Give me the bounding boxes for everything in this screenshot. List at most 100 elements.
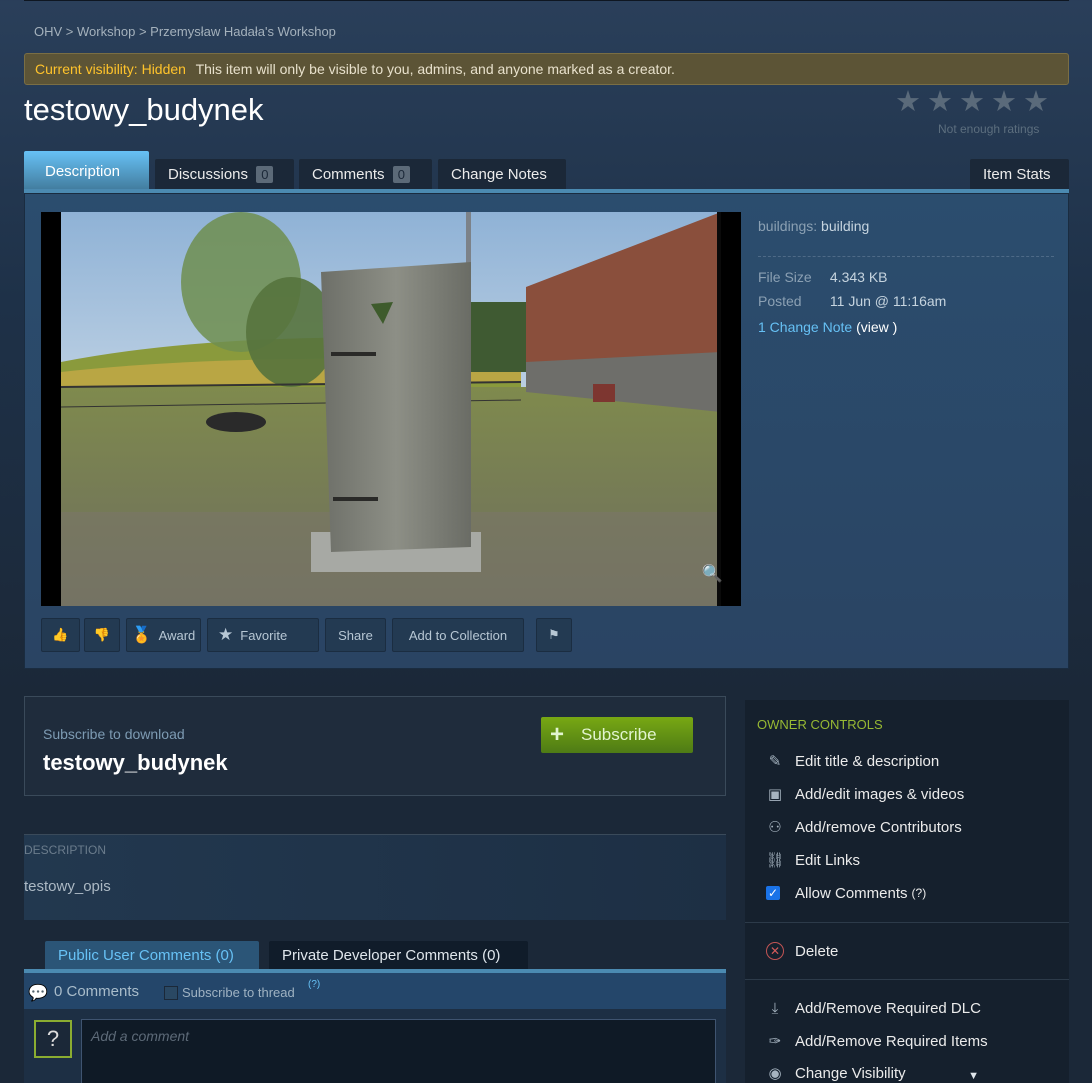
thumbs-down-icon: 👎 xyxy=(93,627,111,642)
description-section: DESCRIPTION testowy_opis xyxy=(24,834,726,920)
comment-bubble-icon: 💬 xyxy=(28,985,48,1002)
edit-images-button[interactable]: ▣ Add/edit images & videos xyxy=(765,783,964,805)
image-icon: ▣ xyxy=(767,786,783,803)
owner-controls: OWNER CONTROLS ✎ Edit title & descriptio… xyxy=(745,700,1069,1083)
award-icon: 🏅 xyxy=(131,627,152,644)
zoom-icon[interactable]: 🔍 xyxy=(702,564,723,584)
posted-value: 11 Jun @ 11:16am xyxy=(829,293,947,309)
posted-row: Posted 11 Jun @ 11:16am xyxy=(758,293,1054,317)
subscribe-thread-help[interactable]: (?) xyxy=(308,979,320,990)
tab-comments[interactable]: Comments 0 xyxy=(299,159,432,191)
subscribe-item-name: testowy_budynek xyxy=(43,750,228,775)
contributors-label: Add/remove Contributors xyxy=(795,818,962,836)
chevron-down-icon[interactable]: ▼ xyxy=(968,1070,979,1082)
delete-icon-wrap: ✕ xyxy=(765,941,785,961)
subscribe-button-label: Subscribe xyxy=(581,725,657,744)
breadcrumb-separator: > xyxy=(138,24,147,39)
rating-stars: ★ ★ ★ ★ ★ xyxy=(894,86,1050,118)
tag-link[interactable]: building xyxy=(821,218,869,234)
preview-image[interactable]: 🔍 xyxy=(41,212,741,606)
required-items-button[interactable]: ✑ Add/Remove Required Items xyxy=(765,1030,988,1052)
contributors-button[interactable]: ⚇ Add/remove Contributors xyxy=(765,816,962,838)
item-details-panel: 🔍 buildings: building File Size 4.343 KB… xyxy=(24,193,1069,669)
tab-item-stats[interactable]: Item Stats xyxy=(970,159,1069,191)
tab-label: Comments xyxy=(312,166,385,183)
owner-controls-title: OWNER CONTROLS xyxy=(757,717,883,732)
file-size-row: File Size 4.343 KB xyxy=(758,269,1054,293)
tab-discussions[interactable]: Discussions 0 xyxy=(155,159,294,191)
edit-title-button[interactable]: ✎ Edit title & description xyxy=(765,750,940,772)
pencil-icon: ✎ xyxy=(768,753,782,770)
description-text: testowy_opis xyxy=(24,878,111,895)
report-button[interactable]: ⚑ xyxy=(536,618,572,652)
contributors-icon: ⚇ xyxy=(768,819,782,836)
tab-label: Public User Comments (0) xyxy=(58,947,234,964)
subscribe-label: Subscribe to download xyxy=(43,726,185,742)
edit-links-button[interactable]: ⛓ Edit Links xyxy=(765,849,860,871)
star-icon: ★ xyxy=(991,86,1017,118)
allow-comments-help[interactable]: (?) xyxy=(912,886,927,900)
file-size-value: 4.343 KB xyxy=(829,269,888,285)
change-note-link[interactable]: 1 Change Note xyxy=(758,319,852,335)
subscribe-thread-checkbox[interactable] xyxy=(164,986,178,1000)
posted-label: Posted xyxy=(758,293,802,309)
favorite-button[interactable]: ★ Favorite xyxy=(207,618,319,652)
tab-description[interactable]: Description xyxy=(24,151,149,191)
change-visibility-label: Change Visibility xyxy=(795,1064,906,1082)
avatar[interactable]: ? xyxy=(34,1020,72,1058)
star-icon: ★ xyxy=(218,625,234,644)
tab-label: Private Developer Comments (0) xyxy=(282,947,501,964)
delete-label: Delete xyxy=(795,942,839,960)
share-label: Share xyxy=(338,627,373,643)
download-icon: ⤓ xyxy=(771,999,779,1017)
required-dlc-button[interactable]: ⤓ Add/Remove Required DLC xyxy=(765,997,981,1019)
breadcrumb-app-link[interactable]: OHV xyxy=(34,24,62,39)
preview-scene xyxy=(41,212,741,606)
visibility-status: Current visibility: Hidden xyxy=(35,61,186,77)
tab-label: Change Notes xyxy=(451,166,547,183)
view-link[interactable]: view xyxy=(861,319,889,335)
delete-icon: ✕ xyxy=(766,942,784,960)
visibility-banner: Current visibility: Hidden This item wil… xyxy=(24,53,1069,85)
star-icon: ★ xyxy=(959,86,985,118)
item-tabs: Description Discussions 0 Comments 0 Cha… xyxy=(24,151,1069,191)
subscribe-button[interactable]: + Subscribe xyxy=(541,717,693,753)
link-icon: ⛓ xyxy=(765,852,785,869)
owner-divider xyxy=(745,922,1069,923)
eye-icon: ◉ xyxy=(768,1065,782,1082)
allow-comments-label: Allow Comments xyxy=(795,884,908,902)
tag-row: buildings: building xyxy=(758,218,1054,242)
meta-divider xyxy=(758,256,1054,257)
thumbs-up-button[interactable]: 👍 xyxy=(41,618,80,652)
add-to-collection-label: Add to Collection xyxy=(408,627,508,643)
view-paren: ) xyxy=(892,319,898,335)
change-visibility-button[interactable]: ◉ Change Visibility xyxy=(765,1062,906,1083)
award-label: Award xyxy=(158,627,196,643)
share-button[interactable]: Share xyxy=(325,618,386,652)
wrench-icon: ✑ xyxy=(768,1033,782,1050)
tab-public-comments[interactable]: Public User Comments (0) xyxy=(45,941,259,971)
tag-key: buildings: xyxy=(758,218,818,234)
thumbs-down-button[interactable]: 👎 xyxy=(84,618,120,652)
edit-links-label: Edit Links xyxy=(795,851,861,869)
favorite-label: Favorite xyxy=(240,627,288,643)
breadcrumb-workshop-link[interactable]: Workshop xyxy=(77,24,135,39)
ratings-text: Not enough ratings xyxy=(938,122,1040,136)
required-items-label: Add/Remove Required Items xyxy=(795,1032,988,1050)
breadcrumb-owner-workshop-link[interactable]: Przemysław Hadała's Workshop xyxy=(150,24,336,39)
allow-comments-checkbox[interactable]: ✓ xyxy=(766,886,780,900)
comments-count-badge: 0 xyxy=(392,166,410,183)
comment-input[interactable]: Add a comment xyxy=(81,1019,716,1083)
comment-composer: ? Add a comment xyxy=(24,1009,726,1083)
add-to-collection-button[interactable]: Add to Collection xyxy=(392,618,524,652)
thumbs-up-icon: 👍 xyxy=(52,627,69,642)
award-button[interactable]: 🏅 Award xyxy=(126,618,201,652)
allow-comments-toggle[interactable]: ✓ Allow Comments (?) xyxy=(765,882,926,904)
tab-change-notes[interactable]: Change Notes xyxy=(438,159,566,191)
discussions-count-badge: 0 xyxy=(256,166,274,183)
tab-private-comments[interactable]: Private Developer Comments (0) xyxy=(269,941,528,971)
edit-images-label: Add/edit images & videos xyxy=(795,785,965,803)
star-icon: ★ xyxy=(895,86,921,118)
visibility-message: This item will only be visible to you, a… xyxy=(195,61,675,77)
delete-button[interactable]: ✕ Delete xyxy=(765,940,838,962)
